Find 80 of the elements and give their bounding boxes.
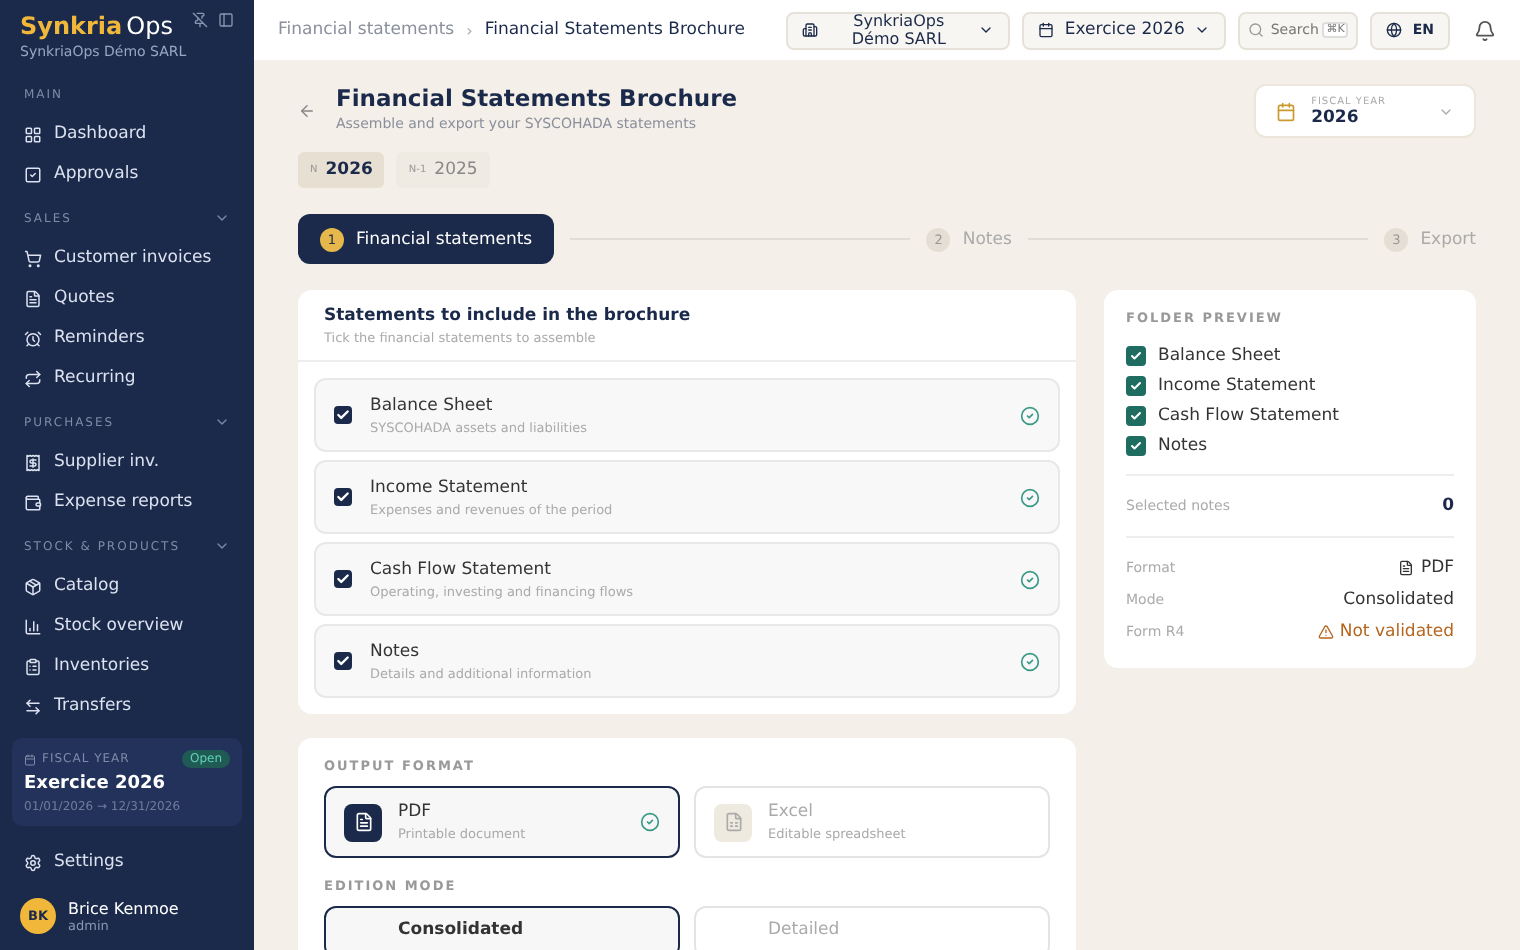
box-icon bbox=[24, 577, 42, 595]
company-selector[interactable]: SynkriaOps Démo SARL bbox=[786, 11, 1011, 49]
sidebar-toggle-icon[interactable] bbox=[218, 12, 234, 28]
receipt-icon bbox=[24, 453, 42, 471]
cart-icon bbox=[24, 249, 42, 267]
nav-item[interactable]: Catalog bbox=[0, 566, 254, 606]
settings-icon bbox=[24, 853, 42, 871]
document-icon bbox=[344, 803, 382, 841]
check-circle-icon bbox=[1020, 487, 1040, 507]
card-title: Statements to include in the brochure bbox=[324, 306, 693, 326]
checkbox[interactable] bbox=[334, 488, 352, 506]
preview-item: Cash Flow Statement bbox=[1158, 405, 1339, 425]
clipboard-icon bbox=[24, 657, 42, 675]
wallet-icon bbox=[24, 493, 42, 511]
chevron-icon[interactable] bbox=[214, 414, 230, 430]
check-icon bbox=[336, 408, 350, 422]
document-icon bbox=[1398, 560, 1415, 576]
preview-item: Balance Sheet bbox=[1158, 345, 1281, 365]
chevron-icon[interactable] bbox=[214, 210, 230, 226]
checkbox[interactable] bbox=[334, 570, 352, 588]
chevron-icon bbox=[1194, 22, 1211, 38]
nav-item[interactable]: Expense reports bbox=[0, 482, 254, 522]
chevron-icon bbox=[978, 22, 995, 38]
check-icon bbox=[336, 654, 350, 668]
chevron-icon[interactable] bbox=[214, 538, 230, 554]
calendar-icon bbox=[24, 753, 36, 765]
field-value: Consolidated bbox=[1343, 590, 1454, 610]
nav-item[interactable]: Inventories bbox=[0, 646, 254, 686]
preview-item: Income Statement bbox=[1158, 375, 1316, 395]
spreadsheet-icon bbox=[714, 803, 752, 841]
nav-item[interactable]: Supplier inv. bbox=[0, 442, 254, 482]
nav-item[interactable]: Dashboard bbox=[0, 114, 254, 154]
check-circle-icon bbox=[640, 812, 660, 832]
statement-name: Balance Sheet bbox=[370, 395, 495, 415]
grid-icon bbox=[24, 125, 42, 143]
back-icon[interactable] bbox=[298, 102, 316, 120]
globe-icon bbox=[1386, 22, 1403, 38]
nav-item[interactable]: Stock overview bbox=[0, 606, 254, 646]
document-icon bbox=[24, 289, 42, 307]
field-value: Not validated bbox=[1317, 622, 1454, 642]
checkbox[interactable] bbox=[334, 406, 352, 424]
fiscal-year-title: Exercice 2026 bbox=[24, 774, 168, 794]
user-name: Brice Kenmoe bbox=[68, 899, 179, 917]
fiscal-year-selector[interactable]: Exercice 2026 bbox=[1022, 11, 1227, 49]
bar-chart-icon bbox=[24, 617, 42, 635]
breadcrumb-separator: › bbox=[466, 21, 473, 39]
warning-icon bbox=[1317, 624, 1334, 640]
check-circle-icon bbox=[1020, 651, 1040, 671]
notifications-icon[interactable] bbox=[1474, 19, 1496, 41]
checkbox[interactable] bbox=[334, 652, 352, 670]
building-icon bbox=[802, 22, 819, 38]
statement-name: Cash Flow Statement bbox=[370, 559, 553, 579]
calendar-icon bbox=[1038, 22, 1055, 38]
statement-name: Notes bbox=[370, 641, 422, 661]
nav-item[interactable]: Transfers bbox=[0, 686, 254, 726]
unpin-icon[interactable] bbox=[192, 12, 208, 28]
arrows-icon bbox=[24, 697, 42, 715]
alarm-icon bbox=[24, 329, 42, 347]
repeat-icon bbox=[24, 369, 42, 387]
nav-item[interactable]: Reminders bbox=[0, 318, 254, 358]
nav-item[interactable]: Customer invoices bbox=[0, 238, 254, 278]
page-title: Financial Statements Brochure bbox=[336, 84, 738, 112]
nav-item[interactable]: Approvals bbox=[0, 154, 254, 194]
preview-item: Notes bbox=[1158, 435, 1208, 455]
check-circle-icon bbox=[1020, 569, 1040, 589]
nav-item[interactable]: Quotes bbox=[0, 278, 254, 318]
search-icon bbox=[1248, 22, 1265, 38]
check-icon bbox=[336, 490, 350, 504]
mode-option[interactable]: Consolidated bbox=[324, 906, 680, 950]
logo: Synkria Ops bbox=[20, 12, 173, 40]
field-value: PDF bbox=[1398, 558, 1454, 578]
check-circle-icon bbox=[1020, 405, 1040, 425]
nav-item[interactable]: Recurring bbox=[0, 358, 254, 398]
nav-item[interactable]: Settings bbox=[0, 842, 254, 882]
check-icon bbox=[336, 572, 350, 586]
checkbox-icon bbox=[24, 165, 42, 183]
calendar-icon bbox=[1275, 101, 1296, 121]
statement-name: Income Statement bbox=[370, 477, 530, 497]
breadcrumb-link[interactable]: Financial Statements Brochure bbox=[484, 20, 745, 40]
field-value: 0 bbox=[1442, 496, 1454, 516]
